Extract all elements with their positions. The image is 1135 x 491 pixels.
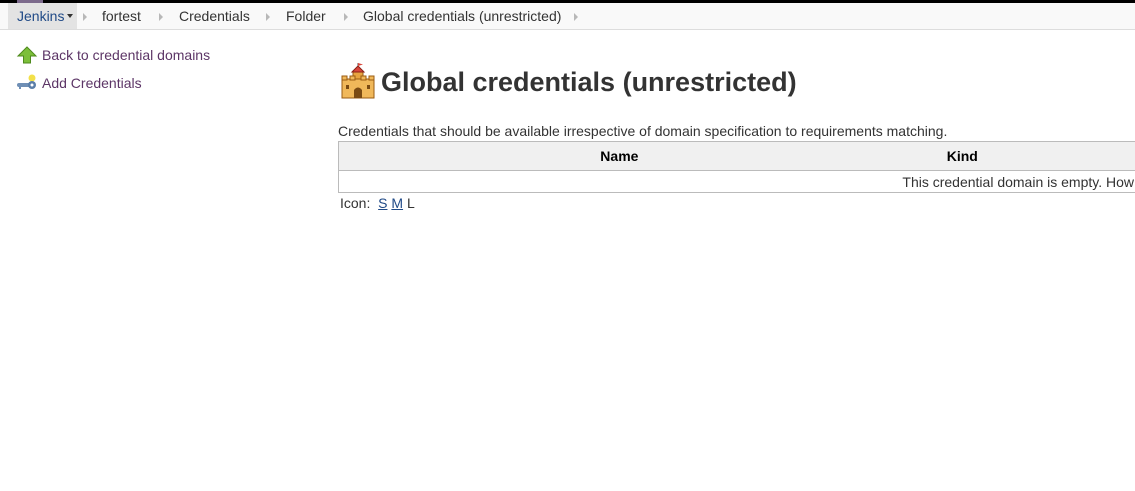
breadcrumb-separator-icon[interactable]	[266, 13, 270, 21]
breadcrumb-fortest[interactable]: fortest	[102, 3, 141, 29]
key-add-icon	[16, 73, 38, 93]
domain-description: Credentials that should be available irr…	[338, 123, 948, 139]
icon-size-large-current: L	[406, 195, 415, 211]
breadcrumb: Jenkins fortest Credentials Folder Globa…	[0, 3, 1135, 30]
breadcrumb-separator-icon[interactable]	[83, 13, 87, 21]
breadcrumb-credentials[interactable]: Credentials	[179, 3, 250, 29]
breadcrumb-separator-icon[interactable]	[344, 13, 348, 21]
sidebar-item-back-to-credential-domains[interactable]: Back to credential domains	[16, 44, 210, 66]
table-header-row: Name Kind	[338, 141, 1135, 171]
sidebar-item-label[interactable]: Add Credentials	[42, 75, 142, 91]
table-row: This credential domain is empty. How	[339, 171, 1135, 193]
green-up-arrow-icon	[16, 45, 38, 65]
column-header-kind[interactable]: Kind	[899, 141, 1135, 171]
breadcrumb-separator-icon[interactable]	[159, 13, 163, 21]
icon-size-selector: Icon: S M L	[340, 195, 415, 211]
page-heading: Global credentials (unrestricted)	[381, 66, 797, 97]
breadcrumb-global-credentials[interactable]: Global credentials (unrestricted)	[363, 3, 561, 29]
breadcrumb-folder[interactable]: Folder	[286, 3, 326, 29]
column-header-name[interactable]: Name	[338, 141, 900, 171]
credentials-table: Name Kind This credential domain is empt…	[338, 141, 1135, 193]
icon-size-medium-link[interactable]: M	[391, 195, 403, 211]
castle-icon	[340, 62, 376, 102]
empty-domain-message: This credential domain is empty. How	[902, 173, 1134, 190]
breadcrumb-jenkins[interactable]: Jenkins	[8, 3, 77, 29]
breadcrumb-separator-icon[interactable]	[574, 13, 578, 21]
icon-size-small-link[interactable]: S	[378, 195, 387, 211]
sidebar-item-label[interactable]: Back to credential domains	[42, 47, 210, 63]
sidebar-item-add-credentials[interactable]: Add Credentials	[16, 72, 142, 94]
icon-size-label: Icon:	[340, 195, 371, 211]
chevron-down-icon[interactable]	[67, 14, 74, 19]
page-title: Global credentials (unrestricted)	[340, 62, 797, 102]
